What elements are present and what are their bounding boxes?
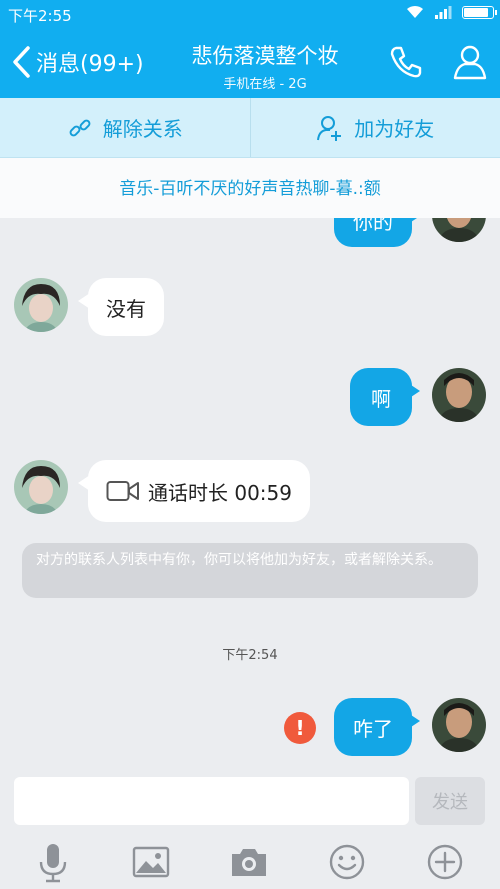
status-bar: 下午2:55 [0, 0, 500, 28]
bubble-tail [408, 383, 420, 399]
plus-icon[interactable] [423, 840, 467, 884]
send-button[interactable]: 发送 [415, 777, 485, 825]
signal-icon [435, 6, 452, 19]
message-text: 啊 [371, 386, 391, 411]
video-call-bubble[interactable]: 通话时长 00:59 [88, 460, 310, 522]
phone-icon[interactable] [386, 42, 426, 82]
chat-area[interactable]: 你的 没有 啊 通话时长 00:59 对方的联系人列表中有你，你可以将他加为好友… [0, 158, 500, 768]
input-toolbar [0, 838, 500, 886]
online-status: 手机在线 - 2G [223, 77, 307, 92]
action-row: 解除关系 加为好友 [0, 98, 500, 158]
title-bar: 消息(99+) 悲伤落漠整个妆 手机在线 - 2G [0, 28, 500, 98]
input-bar: 发送 [0, 768, 500, 889]
profile-icon[interactable] [450, 42, 490, 82]
avatar-self[interactable] [432, 698, 486, 752]
message-bubble-incoming[interactable]: 没有 [88, 278, 164, 336]
image-icon[interactable] [129, 840, 173, 884]
battery-icon [462, 5, 497, 19]
wifi-icon [407, 5, 423, 18]
message-bubble-outgoing[interactable]: 啊 [350, 368, 412, 426]
status-time: 下午2:55 [8, 7, 72, 25]
contact-name: 悲伤落漠整个妆 [191, 44, 339, 68]
microphone-icon[interactable] [31, 840, 75, 884]
emoji-icon[interactable] [325, 840, 369, 884]
message-text: 咋了 [353, 716, 393, 741]
unlink-label: 解除关系 [102, 117, 183, 141]
send-failed-icon[interactable]: ! [284, 712, 316, 744]
add-friend-label: 加为好友 [354, 117, 435, 141]
add-friend-icon [317, 115, 342, 141]
contact-title: 悲伤落漠整个妆 手机在线 - 2G [140, 40, 390, 92]
bubble-tail [408, 713, 420, 729]
video-camera-icon [106, 481, 139, 501]
avatar-contact[interactable] [14, 278, 68, 332]
system-indicators [406, 5, 497, 19]
call-duration: 通话时长 00:59 [148, 480, 292, 505]
chevron-left-icon [13, 46, 30, 78]
back-label: 消息(99+) [36, 52, 144, 77]
add-friend-button[interactable]: 加为好友 [249, 98, 500, 157]
unlink-button[interactable]: 解除关系 [0, 98, 250, 157]
avatar-contact[interactable] [14, 460, 68, 514]
system-notice: 对方的联系人列表中有你，你可以将他加为好友，或者解除关系。 [22, 543, 478, 598]
message-bubble-outgoing[interactable]: 咋了 [334, 698, 412, 756]
camera-icon[interactable] [227, 840, 271, 884]
message-text: 没有 [106, 296, 146, 321]
avatar-self[interactable] [432, 368, 486, 422]
battery-level [464, 7, 488, 17]
group-banner[interactable]: 音乐-百听不厌的好声音热聊-暮.:额 [0, 158, 500, 218]
message-timestamp: 下午2:54 [222, 648, 278, 663]
unlink-icon [69, 119, 91, 136]
back-button[interactable]: 消息(99+) [10, 44, 144, 80]
message-input[interactable] [14, 777, 409, 825]
